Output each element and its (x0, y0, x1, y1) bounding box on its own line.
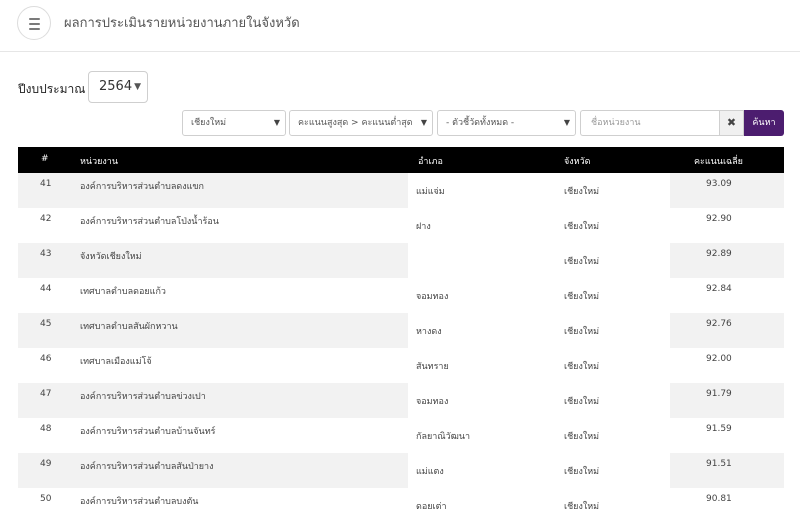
district-name: ดอยเต่า (416, 502, 447, 512)
row-number: 46 (40, 354, 52, 364)
column-header-score[interactable]: คะแนนเฉลี่ย (694, 154, 743, 168)
unit-name: องค์การบริหารส่วนตำบลโป่งน้ำร้อน (80, 217, 219, 227)
average-score: 91.51 (706, 459, 732, 469)
cell-background (408, 243, 670, 278)
chevron-down-icon: ▼ (134, 82, 141, 92)
unit-name: เทศบาลตำบลสันผักหวาน (80, 322, 178, 332)
chevron-down-icon: ▼ (420, 118, 427, 127)
row-number: 44 (40, 284, 52, 294)
average-score: 91.79 (706, 389, 732, 399)
row-number: 50 (40, 494, 52, 504)
district-name: จอมทอง (416, 397, 449, 407)
average-score: 92.76 (706, 319, 732, 329)
table-row[interactable]: 49 องค์การบริหารส่วนตำบลสันป่ายางแม่แตง เช… (18, 453, 784, 488)
district-name: จอมทอง (416, 292, 449, 302)
fiscal-year-value: 2564 (99, 79, 133, 94)
hamburger-menu-icon[interactable] (17, 6, 51, 40)
unit-name: เทศบาลตำบลดอยแก้ว (80, 287, 166, 297)
unit-name: องค์การบริหารส่วนตำบลบงตัน (80, 497, 199, 507)
page-title: ผลการประเมินรายหน่วยงานภายในจังหวัด (64, 16, 300, 31)
table-row[interactable]: 42 องค์การบริหารส่วนตำบลโป่งน้ำร้อนฝาง เชี… (18, 208, 784, 243)
top-bar: ผลการประเมินรายหน่วยงานภายในจังหวัด (0, 0, 800, 52)
cell-background (408, 173, 670, 208)
row-number: 47 (40, 389, 52, 399)
fiscal-year-select[interactable]: 2564 ▼ (88, 71, 148, 103)
province-select[interactable]: เชียงใหม่ ▼ (182, 110, 286, 136)
table-header: # หน่วยงาน อำเภอ จังหวัด คะแนนเฉลี่ย (18, 147, 784, 173)
indicator-value: - ตัวชี้วัดทั้งหมด - (446, 118, 515, 128)
table-row[interactable]: 47 องค์การบริหารส่วนตำบลข่วงเปาจอมทอง เชีย… (18, 383, 784, 418)
search-button[interactable]: ค้นหา (744, 110, 784, 136)
average-score: 92.84 (706, 284, 732, 294)
row-number: 43 (40, 249, 52, 259)
table-row[interactable]: 50 องค์การบริหารส่วนตำบลบงตันดอยเต่า เชียง… (18, 488, 784, 513)
average-score: 92.90 (706, 214, 732, 224)
province-name: เชียงใหม่ (564, 257, 600, 267)
fiscal-year-label: ปีงบประมาณ (18, 82, 86, 96)
column-header-number[interactable]: # (41, 154, 49, 164)
column-header-district[interactable]: อำเภอ (418, 154, 443, 168)
table-row[interactable]: 41 องค์การบริหารส่วนตำบลดงแขกแม่แจ่ม เชียง… (18, 173, 784, 208)
sort-value: คะแนนสูงสุด > คะแนนต่ำสุด (298, 118, 413, 128)
row-number: 49 (40, 459, 52, 469)
unit-name: องค์การบริหารส่วนตำบลสันป่ายาง (80, 462, 214, 472)
column-header-unit[interactable]: หน่วยงาน (80, 154, 118, 168)
district-name: แม่แตง (416, 467, 444, 477)
province-name: เชียงใหม่ (564, 292, 600, 302)
district-name: ฝาง (416, 222, 431, 232)
province-name: เชียงใหม่ (564, 467, 600, 477)
row-number: 42 (40, 214, 52, 224)
province-name: เชียงใหม่ (564, 222, 600, 232)
province-name: เชียงใหม่ (564, 397, 600, 407)
cell-background (408, 313, 670, 348)
district-name: สันทราย (416, 362, 449, 372)
row-number: 48 (40, 424, 52, 434)
row-number: 45 (40, 319, 52, 329)
province-name: เชียงใหม่ (564, 502, 600, 512)
unit-name: เทศบาลเมืองแม่โจ้ (80, 357, 152, 367)
unit-name: องค์การบริหารส่วนตำบลบ้านจันทร์ (80, 427, 216, 437)
close-icon[interactable]: ✖ (719, 110, 744, 136)
unit-name: องค์การบริหารส่วนตำบลข่วงเปา (80, 392, 206, 402)
table-row[interactable]: 45 เทศบาลตำบลสันผักหวานหางดง เชียงใหม่ 92.7… (18, 313, 784, 348)
column-header-province[interactable]: จังหวัด (564, 154, 591, 168)
district-name: หางดง (416, 327, 442, 337)
province-name: เชียงใหม่ (564, 432, 600, 442)
sort-select[interactable]: คะแนนสูงสุด > คะแนนต่ำสุด ▼ (289, 110, 433, 136)
district-name: กัลยาณิวัฒนา (416, 432, 471, 442)
table-row[interactable]: 46 เทศบาลเมืองแม่โจ้สันทราย เชียงใหม่ 92.00 (18, 348, 784, 383)
average-score: 92.00 (706, 354, 732, 364)
table-row[interactable]: 44 เทศบาลตำบลดอยแก้วจอมทอง เชียงใหม่ 92.84 (18, 278, 784, 313)
chevron-down-icon: ▼ (273, 118, 280, 127)
cell-background (408, 453, 670, 488)
indicator-select[interactable]: - ตัวชี้วัดทั้งหมด - ▼ (437, 110, 576, 136)
unit-search-input[interactable]: ชื่อหน่วยงาน (580, 110, 719, 136)
province-name: เชียงใหม่ (564, 327, 600, 337)
average-score: 92.89 (706, 249, 732, 259)
average-score: 90.81 (706, 494, 732, 504)
table-row[interactable]: 48 องค์การบริหารส่วนตำบลบ้านจันทร์กัลยาณิ… (18, 418, 784, 453)
unit-name: องค์การบริหารส่วนตำบลดงแขก (80, 182, 204, 192)
table-row[interactable]: 43 จังหวัดเชียงใหม่เชียงใหม่ 92.89 (18, 243, 784, 278)
average-score: 91.59 (706, 424, 732, 434)
province-name: เชียงใหม่ (564, 187, 600, 197)
average-score: 93.09 (706, 179, 732, 189)
province-value: เชียงใหม่ (191, 118, 227, 128)
province-name: เชียงใหม่ (564, 362, 600, 372)
unit-name: จังหวัดเชียงใหม่ (80, 252, 142, 262)
chevron-down-icon: ▼ (563, 118, 570, 127)
row-number: 41 (40, 179, 52, 189)
district-name: แม่แจ่ม (416, 187, 445, 197)
